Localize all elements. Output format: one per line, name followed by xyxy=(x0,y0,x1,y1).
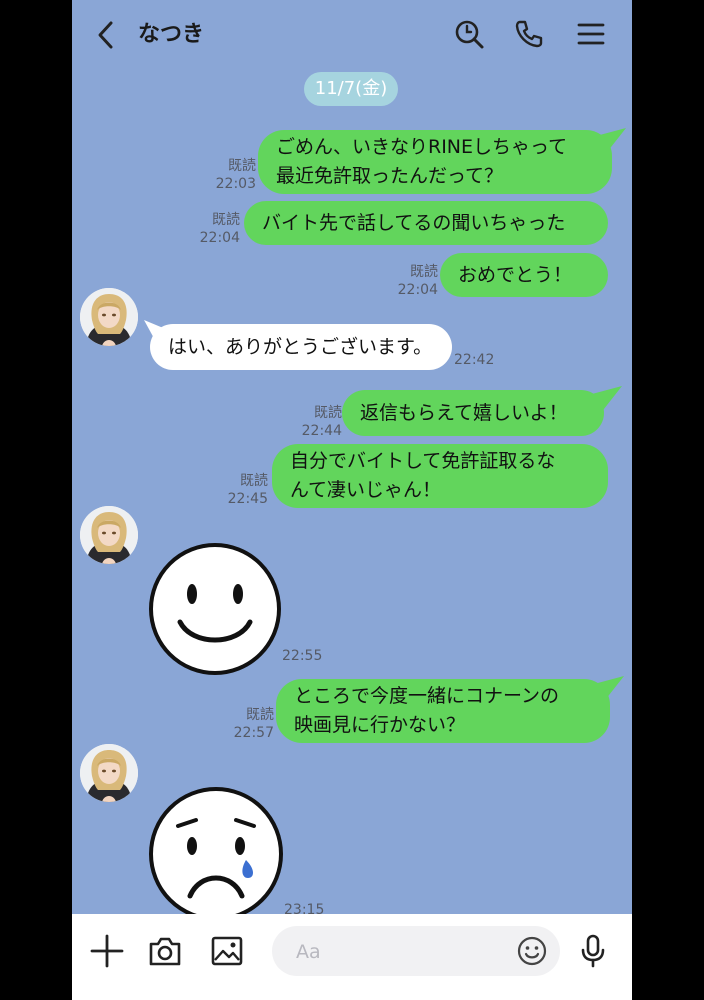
sent-message-bubble[interactable]: バイト先で話してるの聞いちゃった xyxy=(244,201,608,245)
read-receipt: 既読 xyxy=(228,158,256,174)
image-icon[interactable] xyxy=(208,932,246,970)
sent-message-bubble[interactable]: ところで今度一緒にコナーンの 映画見に行かない？ xyxy=(276,679,610,743)
read-receipt: 既読 xyxy=(410,264,438,280)
message-time: 22:57 xyxy=(233,725,274,741)
read-receipt: 既読 xyxy=(246,707,274,723)
message-time: 22:42 xyxy=(454,352,495,368)
plus-icon[interactable] xyxy=(88,932,126,970)
message-meta: 既読 22:44 xyxy=(278,404,342,440)
avatar[interactable] xyxy=(80,506,138,564)
message-input[interactable] xyxy=(294,926,508,978)
emoji-icon[interactable] xyxy=(516,935,548,967)
bubble-tail xyxy=(592,386,622,414)
message-meta: 既読 22:45 xyxy=(204,472,268,508)
message-meta: 既読 22:03 xyxy=(192,157,256,193)
message-time: 22:55 xyxy=(282,648,323,664)
mic-icon[interactable] xyxy=(574,932,612,970)
sent-message-bubble[interactable]: 返信もらえて嬉しいよ！ xyxy=(342,390,604,436)
crying-sticker[interactable] xyxy=(148,786,284,926)
read-receipt: 既読 xyxy=(314,405,342,421)
input-bar xyxy=(72,914,632,1000)
bubble-tail xyxy=(594,676,624,704)
message-time: 22:45 xyxy=(227,491,268,507)
read-receipt: 既読 xyxy=(240,473,268,489)
smile-sticker[interactable] xyxy=(148,542,282,680)
avatar[interactable] xyxy=(80,288,138,346)
bubble-tail xyxy=(596,128,626,156)
read-receipt: 既読 xyxy=(212,212,240,228)
received-message-bubble[interactable]: はい、ありがとうございます。 xyxy=(150,324,452,370)
message-time: 22:03 xyxy=(215,176,256,192)
avatar[interactable] xyxy=(80,744,138,802)
sent-message-bubble[interactable]: ごめん、いきなりRINEしちゃって 最近免許取ったんだって？ xyxy=(258,130,612,194)
message-list[interactable]: 既読 22:03 ごめん、いきなりRINEしちゃって 最近免許取ったんだって？ … xyxy=(72,0,632,921)
sent-message-bubble[interactable]: 自分でバイトして免許証取るな んて凄いじゃん！ xyxy=(272,444,608,508)
message-meta: 既読 22:04 xyxy=(374,263,438,299)
camera-icon[interactable] xyxy=(146,932,184,970)
chat-screen: なつき 11/7(金) 既読 22:03 ごめん、いきなりRINEしちゃって 最… xyxy=(72,0,632,1000)
message-time: 22:44 xyxy=(301,423,342,439)
sent-message-bubble[interactable]: おめでとう！ xyxy=(440,253,608,297)
message-input-container[interactable] xyxy=(272,926,560,978)
message-time: 22:04 xyxy=(397,282,438,298)
message-meta: 既読 22:04 xyxy=(176,211,240,247)
message-meta: 既読 22:57 xyxy=(210,706,274,742)
message-time: 22:04 xyxy=(199,230,240,246)
